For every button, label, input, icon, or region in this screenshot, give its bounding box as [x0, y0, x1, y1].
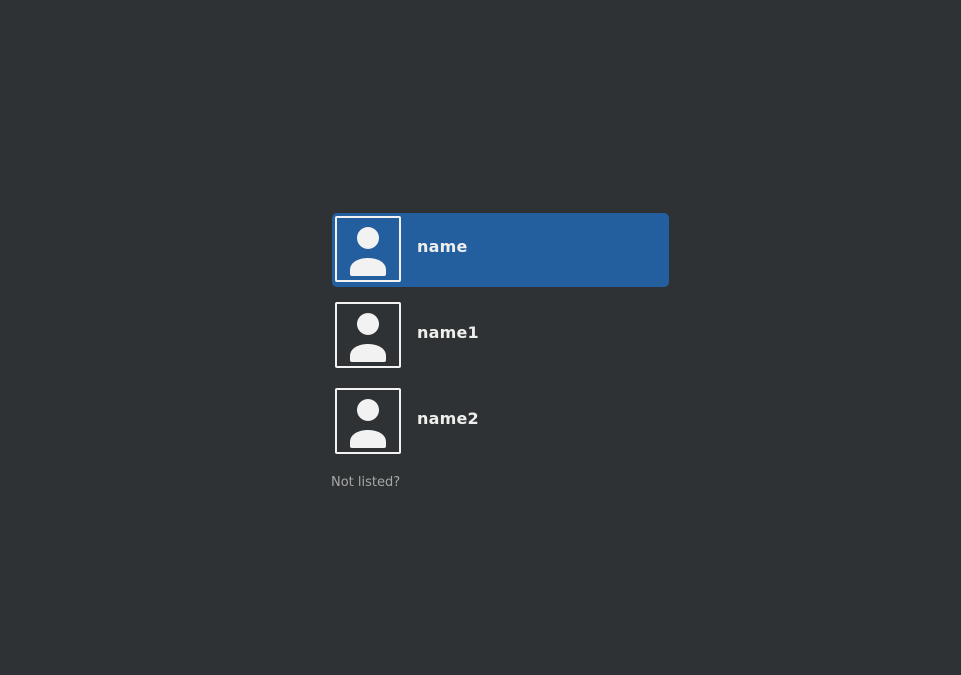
user-row-name2[interactable]: name2: [332, 385, 669, 459]
user-list: name name1 name2: [332, 213, 669, 471]
not-listed-link[interactable]: Not listed?: [331, 475, 400, 490]
user-name-label: name: [417, 237, 468, 256]
user-row-name[interactable]: name: [332, 213, 669, 287]
user-avatar-icon: [335, 216, 401, 282]
login-screen: name name1 name2 Not listed?: [0, 0, 961, 675]
user-name-label: name1: [417, 323, 479, 342]
user-row-name1[interactable]: name1: [332, 299, 669, 373]
user-avatar-icon: [335, 302, 401, 368]
user-avatar-icon: [335, 388, 401, 454]
user-name-label: name2: [417, 409, 479, 428]
